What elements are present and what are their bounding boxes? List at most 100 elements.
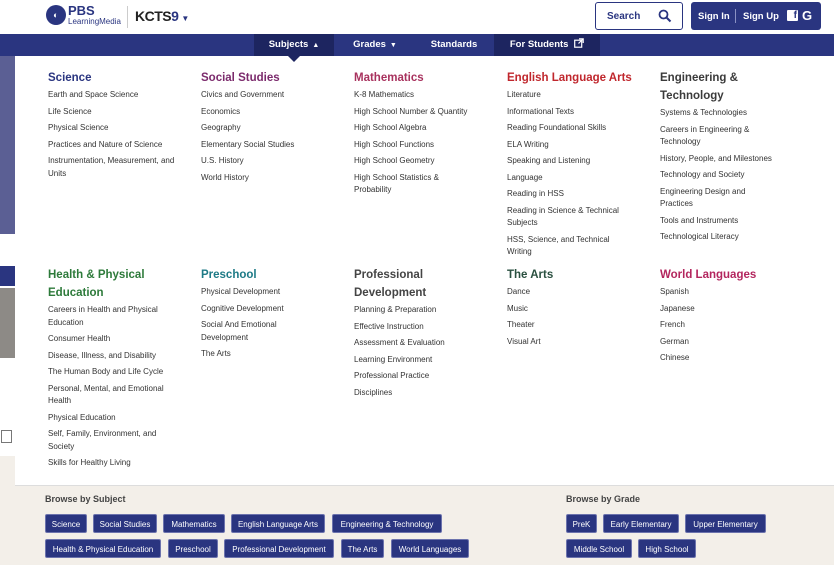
browse-subject-chip[interactable]: English Language Arts bbox=[231, 514, 325, 533]
menu-link[interactable]: Self, Family, Environment, and Society bbox=[48, 428, 166, 453]
menu-link[interactable]: ELA Writing bbox=[507, 139, 647, 152]
menu-link[interactable]: Reading in Science & Technical Subjects bbox=[507, 205, 631, 230]
nav-for-students[interactable]: For Students bbox=[494, 34, 600, 56]
menu-link[interactable]: The Arts bbox=[201, 348, 341, 361]
menu-link[interactable]: Learning Environment bbox=[354, 354, 494, 367]
browse-subject-chip[interactable]: Engineering & Technology bbox=[332, 514, 442, 533]
menu-link[interactable]: Consumer Health bbox=[48, 333, 188, 346]
menu-link[interactable]: HSS, Science, and Technical Writing bbox=[507, 234, 617, 259]
menu-link[interactable]: Instrumentation, Measurement, and Units bbox=[48, 155, 176, 180]
pbs-learningmedia-logo[interactable]: ◐ PBS LearningMedia bbox=[46, 4, 121, 26]
menu-link[interactable]: High School Functions bbox=[354, 139, 494, 152]
menu-link[interactable]: U.S. History bbox=[201, 155, 341, 168]
menu-link[interactable]: Visual Art bbox=[507, 336, 647, 349]
sign-in-button[interactable]: Sign In bbox=[698, 11, 730, 22]
menu-heading-world-languages[interactable]: World Languages bbox=[660, 266, 800, 284]
menu-link[interactable]: The Human Body and Life Cycle bbox=[48, 366, 188, 379]
menu-link[interactable]: Disciplines bbox=[354, 387, 494, 400]
browse-subject-chip[interactable]: Social Studies bbox=[93, 514, 157, 533]
menu-heading-health[interactable]: Health & Physical Education bbox=[48, 266, 158, 302]
menu-link[interactable]: Dance bbox=[507, 286, 647, 299]
menu-link[interactable]: Reading Foundational Skills bbox=[507, 122, 647, 135]
menu-link[interactable]: Careers in Health and Physical Education bbox=[48, 304, 168, 329]
menu-heading-the-arts[interactable]: The Arts bbox=[507, 266, 647, 284]
menu-heading-social-studies[interactable]: Social Studies bbox=[201, 69, 341, 87]
browse-subject-chip[interactable]: World Languages bbox=[391, 539, 469, 558]
menu-link[interactable]: Literature bbox=[507, 89, 647, 102]
browse-subject-chip[interactable]: Mathematics bbox=[163, 514, 225, 533]
menu-link[interactable]: Informational Texts bbox=[507, 106, 647, 119]
menu-link[interactable]: Professional Practice bbox=[354, 370, 494, 383]
browse-grade-chip[interactable]: High School bbox=[638, 539, 696, 558]
nav-grades[interactable]: Grades ▼ bbox=[340, 34, 410, 56]
menu-link[interactable]: Elementary Social Studies bbox=[201, 139, 341, 152]
menu-link[interactable]: Spanish bbox=[660, 286, 800, 299]
menu-link[interactable]: Theater bbox=[507, 319, 647, 332]
menu-link[interactable]: High School Algebra bbox=[354, 122, 494, 135]
browse-grade-chip[interactable]: Early Elementary bbox=[603, 514, 679, 533]
menu-link[interactable]: Engineering Design and Practices bbox=[660, 186, 766, 211]
menu-heading-engineering[interactable]: Engineering & Technology bbox=[660, 69, 760, 105]
menu-link[interactable]: High School Statistics & Probability bbox=[354, 172, 454, 197]
menu-link[interactable]: Geography bbox=[201, 122, 341, 135]
browse-subject-chip[interactable]: Professional Development bbox=[224, 539, 334, 558]
menu-link[interactable]: Technology and Society bbox=[660, 169, 800, 182]
browse-subject-chip[interactable]: Health & Physical Education bbox=[45, 539, 161, 558]
hero-banner-edge bbox=[0, 56, 15, 234]
menu-link[interactable]: Speaking and Listening bbox=[507, 155, 647, 168]
menu-link[interactable]: World History bbox=[201, 172, 341, 185]
menu-link[interactable]: Planning & Preparation bbox=[354, 304, 494, 317]
browse-grade-chip[interactable]: PreK bbox=[566, 514, 597, 533]
browse-subject-chip[interactable]: Preschool bbox=[168, 539, 218, 558]
nav-subjects[interactable]: Subjects ▲ bbox=[254, 34, 334, 56]
menu-link[interactable]: Economics bbox=[201, 106, 341, 119]
station-logo[interactable]: KCTS9 ▼ bbox=[135, 8, 189, 24]
document-icon bbox=[1, 430, 12, 443]
menu-link[interactable]: K-8 Mathematics bbox=[354, 89, 494, 102]
search-button[interactable]: Search bbox=[595, 2, 683, 30]
menu-link[interactable]: Assessment & Evaluation bbox=[354, 337, 494, 350]
menu-link[interactable]: Physical Science bbox=[48, 122, 188, 135]
menu-heading-science[interactable]: Science bbox=[48, 69, 188, 87]
menu-heading-professional-development[interactable]: Professional Development bbox=[354, 266, 444, 302]
menu-link[interactable]: Music bbox=[507, 303, 647, 316]
menu-link[interactable]: French bbox=[660, 319, 800, 332]
menu-link[interactable]: Civics and Government bbox=[201, 89, 341, 102]
menu-link[interactable]: Disease, Illness, and Disability bbox=[48, 350, 188, 363]
menu-link[interactable]: Careers in Engineering & Technology bbox=[660, 124, 766, 149]
menu-link[interactable]: Life Science bbox=[48, 106, 188, 119]
menu-heading-ela[interactable]: English Language Arts bbox=[507, 69, 647, 87]
menu-link[interactable]: Earth and Space Science bbox=[48, 89, 188, 102]
menu-link[interactable]: Social And Emotional Development bbox=[201, 319, 297, 344]
browse-subject-chip[interactable]: Science bbox=[45, 514, 87, 533]
top-header: ◐ PBS LearningMedia KCTS9 ▼ Search Sign I… bbox=[0, 0, 834, 34]
facebook-icon[interactable]: f bbox=[787, 10, 798, 21]
menu-link[interactable]: Practices and Nature of Science bbox=[48, 139, 188, 152]
menu-link[interactable]: Japanese bbox=[660, 303, 800, 316]
nav-standards[interactable]: Standards bbox=[420, 34, 488, 56]
menu-link[interactable]: Personal, Mental, and Emotional Health bbox=[48, 383, 176, 408]
menu-heading-mathematics[interactable]: Mathematics bbox=[354, 69, 494, 87]
google-icon[interactable]: G bbox=[802, 8, 812, 23]
menu-link[interactable]: Cognitive Development bbox=[201, 303, 341, 316]
sign-up-button[interactable]: Sign Up bbox=[743, 11, 779, 22]
browse-subject-chip[interactable]: The Arts bbox=[341, 539, 384, 558]
menu-link[interactable]: Effective Instruction bbox=[354, 321, 494, 334]
menu-link[interactable]: Skills for Healthy Living bbox=[48, 457, 188, 470]
menu-heading-preschool[interactable]: Preschool bbox=[201, 266, 341, 284]
browse-grade-chip[interactable]: Middle School bbox=[566, 539, 632, 558]
menu-link[interactable]: Technological Literacy bbox=[660, 231, 800, 244]
menu-link[interactable]: German bbox=[660, 336, 800, 349]
menu-link[interactable]: Physical Education bbox=[48, 412, 188, 425]
menu-link[interactable]: Language bbox=[507, 172, 647, 185]
dropdown-pointer bbox=[288, 56, 300, 62]
menu-link[interactable]: Physical Development bbox=[201, 286, 341, 299]
menu-link[interactable]: High School Geometry bbox=[354, 155, 494, 168]
menu-link[interactable]: Chinese bbox=[660, 352, 800, 365]
menu-link[interactable]: Tools and Instruments bbox=[660, 215, 800, 228]
browse-grade-chip[interactable]: Upper Elementary bbox=[685, 514, 766, 533]
menu-link[interactable]: High School Number & Quantity bbox=[354, 106, 494, 119]
menu-link[interactable]: Systems & Technologies bbox=[660, 107, 800, 120]
menu-link[interactable]: History, People, and Milestones bbox=[660, 153, 800, 166]
menu-link[interactable]: Reading in HSS bbox=[507, 188, 647, 201]
